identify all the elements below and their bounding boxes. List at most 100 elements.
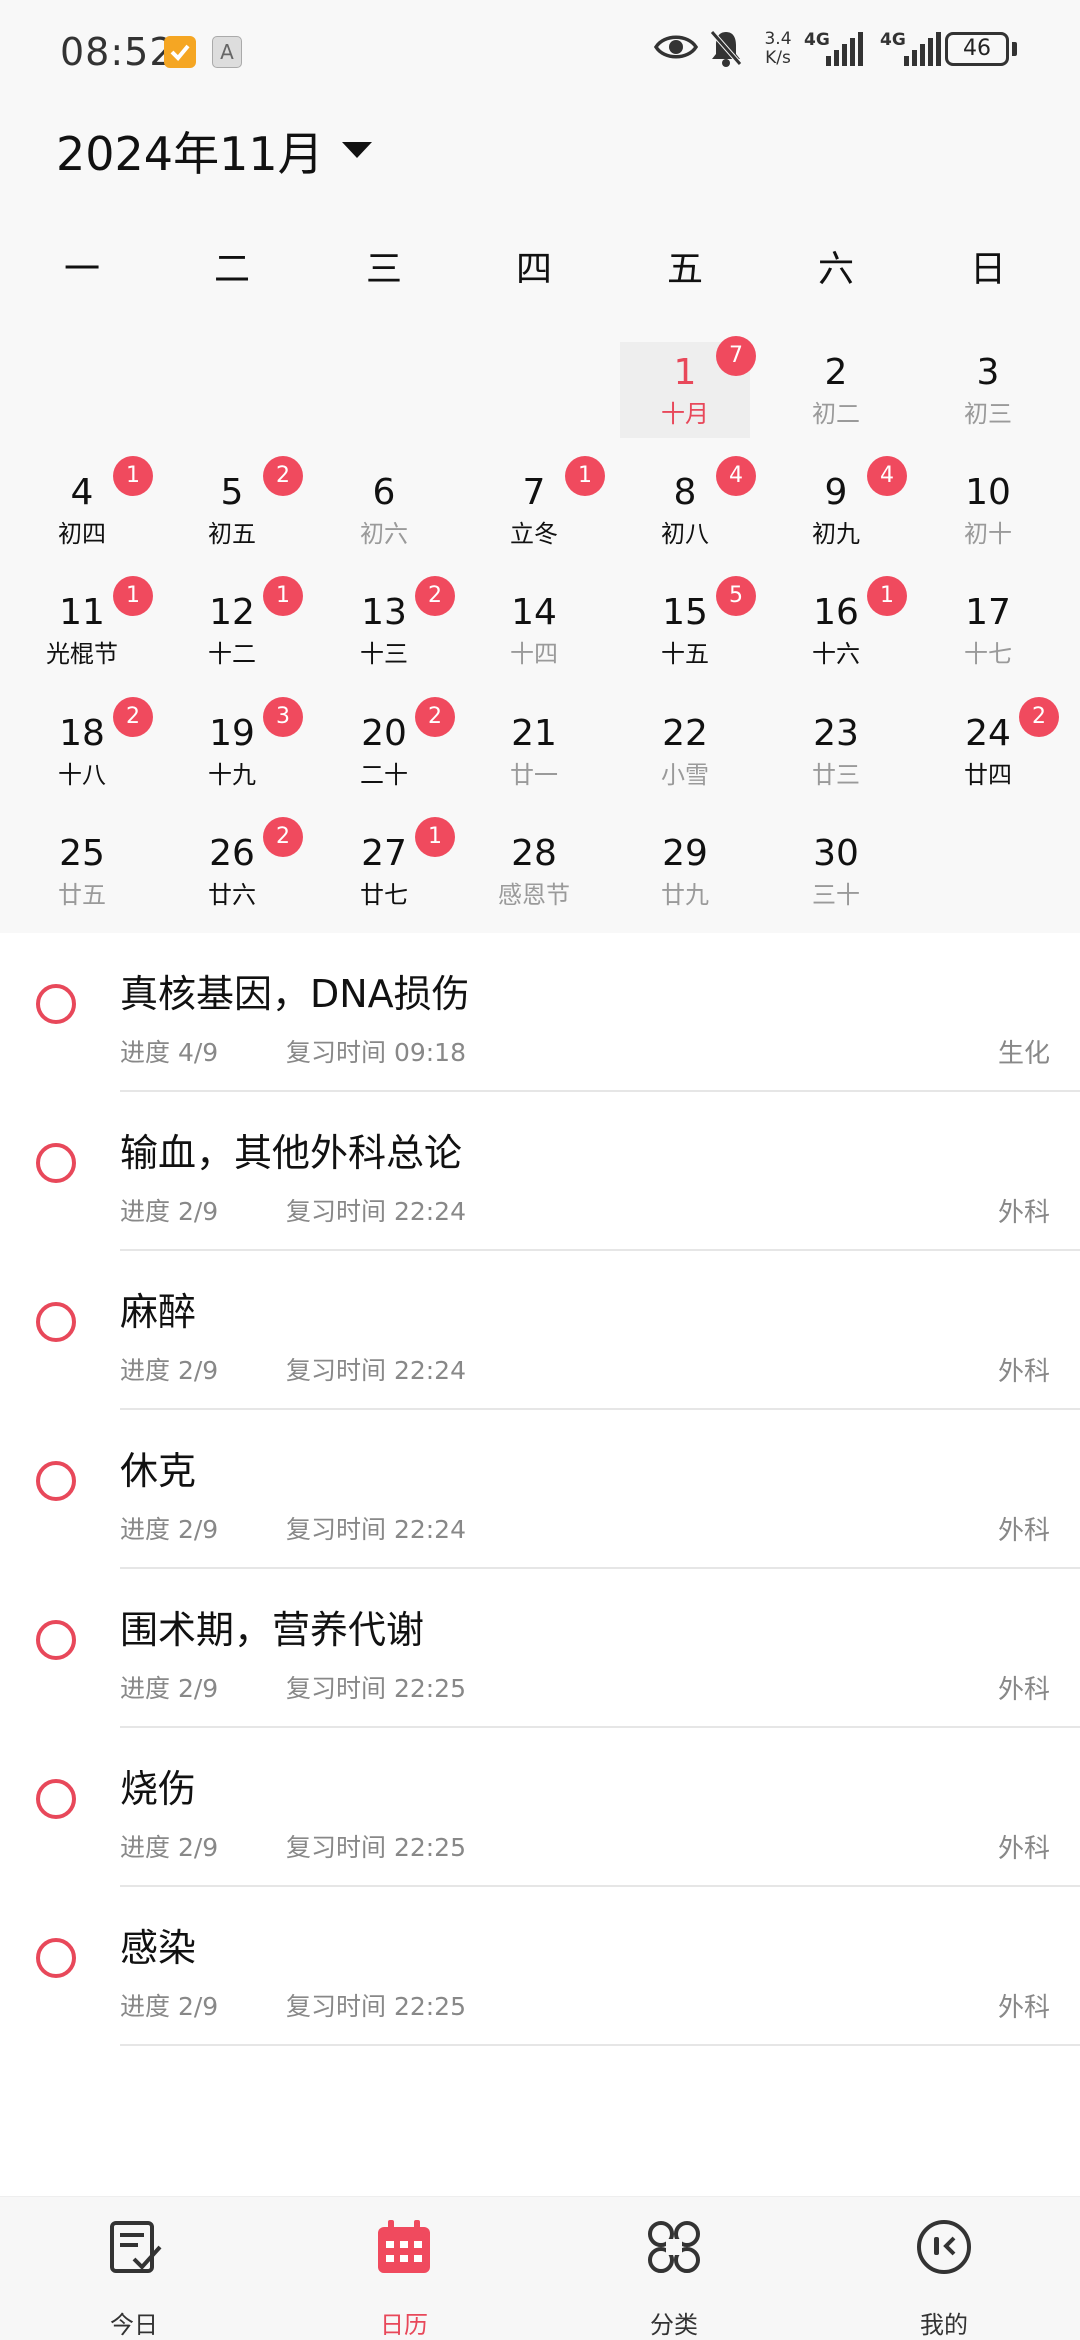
weekday-label: 日	[969, 249, 1006, 290]
task-progress: 进度 2/9	[120, 1833, 219, 1862]
calendar-day[interactable]: 2 初二	[771, 342, 901, 438]
task-item[interactable]: 真核基因，DNA损伤 进度 4/9 复习时间 09:18 生化	[0, 933, 1080, 1092]
complete-checkbox[interactable]	[36, 1779, 76, 1819]
calendar-day[interactable]: 19 十九 3	[167, 697, 303, 799]
calendar-day[interactable]: 23 廿三	[771, 703, 901, 799]
network-speed: 3.4 K/s	[758, 30, 798, 68]
calendar-day[interactable]: 17 十七	[923, 582, 1053, 678]
task-category: 外科	[997, 1357, 1050, 1387]
calendar-day[interactable]: 10 初十	[923, 462, 1053, 558]
weekday-label: 四	[515, 249, 552, 290]
calendar-day[interactable]: 25 廿五	[17, 823, 147, 919]
task-item[interactable]: 麻醉 进度 2/9 复习时间 22:24 外科	[0, 1251, 1080, 1410]
task-progress: 进度 2/9	[120, 1515, 219, 1544]
weekday-label: 一	[63, 249, 100, 290]
nav-item-calendar[interactable]: 日历	[304, 2197, 504, 2340]
task-review-time: 复习时间 22:24	[286, 1515, 466, 1544]
task-count-badge: 2	[415, 576, 455, 616]
task-progress: 进度 2/9	[120, 1992, 219, 2021]
day-number: 14	[511, 592, 557, 633]
task-progress: 进度 2/9	[120, 1356, 219, 1385]
speed-value: 3.4	[764, 29, 792, 49]
lunar-date: 二十	[360, 761, 408, 789]
lunar-date: 廿九	[661, 881, 709, 909]
task-title: 麻醉	[120, 1290, 197, 1334]
task-count-badge: 1	[263, 576, 303, 616]
month-title: 2024年11月	[56, 127, 324, 181]
task-category: 外科	[997, 1198, 1050, 1228]
task-count-badge: 1	[113, 576, 153, 616]
calendar-day[interactable]: 26 廿六 2	[167, 817, 303, 919]
nav-label: 今日	[110, 2311, 158, 2339]
nav-item-me[interactable]: 我的	[844, 2197, 1044, 2340]
calendar-day[interactable]: 13 十三 2	[319, 576, 455, 678]
calendar-day[interactable]: 11 光棍节 1	[17, 576, 153, 678]
calendar-day[interactable]: 4 初四 1	[17, 456, 153, 558]
task-item[interactable]: 烧伤 进度 2/9 复习时间 22:25 外科	[0, 1728, 1080, 1887]
calendar-day[interactable]: 12 十二 1	[167, 576, 303, 678]
calendar-day[interactable]: 18 十八 2	[17, 697, 153, 799]
complete-checkbox[interactable]	[36, 1461, 76, 1501]
calendar-day[interactable]: 1 十月 7	[620, 336, 756, 438]
weekday-label: 二	[213, 249, 250, 290]
nav-item-categories[interactable]: 分类	[574, 2197, 774, 2340]
task-item[interactable]: 感染 进度 2/9 复习时间 22:25 外科	[0, 1887, 1080, 2046]
task-item[interactable]: 输血，其他外科总论 进度 2/9 复习时间 22:24 外科	[0, 1092, 1080, 1251]
caret-down-icon	[341, 142, 372, 164]
task-category: 生化	[997, 1039, 1050, 1069]
command-icon	[644, 2217, 704, 2277]
status-time: 08:52	[60, 30, 175, 74]
complete-checkbox[interactable]	[36, 1620, 76, 1660]
nav-item-today[interactable]: 今日	[34, 2197, 234, 2340]
calendar-day[interactable]: 21 廿一	[469, 703, 599, 799]
weekday-header: 一二三四五六日	[0, 240, 1080, 300]
task-count-badge: 2	[263, 456, 303, 496]
task-count-badge: 4	[867, 456, 907, 496]
complete-checkbox[interactable]	[36, 1302, 76, 1342]
task-title: 感染	[120, 1926, 197, 1970]
calendar-day[interactable]: 29 廿九	[620, 823, 750, 919]
lunar-date: 廿一	[510, 761, 558, 789]
task-app-notification-icon	[164, 36, 196, 68]
task-title: 真核基因，DNA损伤	[120, 972, 470, 1016]
task-item[interactable]: 休克 进度 2/9 复习时间 22:24 外科	[0, 1410, 1080, 1569]
calendar-day[interactable]: 15 十五 5	[620, 576, 756, 678]
task-count-badge: 1	[113, 456, 153, 496]
month-selector[interactable]: 2024年11月	[56, 116, 372, 186]
task-title: 围术期，营养代谢	[120, 1608, 425, 1652]
lunar-date: 初六	[360, 520, 408, 548]
lunar-date: 初八	[661, 520, 709, 548]
complete-checkbox[interactable]	[36, 1143, 76, 1183]
calendar-day[interactable]: 7 立冬 1	[469, 456, 605, 558]
lunar-date: 初五	[208, 520, 256, 548]
complete-checkbox[interactable]	[36, 984, 76, 1024]
complete-checkbox[interactable]	[36, 1938, 76, 1978]
calendar-day[interactable]: 27 廿七 1	[319, 817, 455, 919]
lunar-date: 三十	[812, 881, 860, 909]
day-number: 21	[511, 713, 557, 754]
lunar-date: 初十	[964, 520, 1012, 548]
day-number: 22	[662, 713, 708, 754]
calendar-day[interactable]: 5 初五 2	[167, 456, 303, 558]
calendar-day[interactable]: 16 十六 1	[771, 576, 907, 678]
weekday-label: 五	[666, 249, 703, 290]
calendar-day[interactable]: 28 感恩节	[469, 823, 599, 919]
lunar-date: 感恩节	[498, 881, 570, 909]
calendar-day[interactable]: 22 小雪	[620, 703, 750, 799]
calendar-day[interactable]: 20 二十 2	[319, 697, 455, 799]
lunar-date: 廿四	[964, 761, 1012, 789]
calendar-day[interactable]: 8 初八 4	[620, 456, 756, 558]
calendar-day[interactable]: 30 三十	[771, 823, 901, 919]
task-list: 真核基因，DNA损伤 进度 4/9 复习时间 09:18 生化 输血，其他外科总论 进度 …	[0, 933, 1080, 2046]
calendar-day[interactable]: 24 廿四 2	[923, 697, 1059, 799]
task-title: 烧伤	[120, 1767, 197, 1811]
calendar-day[interactable]: 6 初六	[319, 462, 449, 558]
nav-label: 日历	[380, 2311, 428, 2339]
lunar-date: 初四	[58, 520, 106, 548]
status-bar: 08:52 A 3.4 K/s 4G 4G 46	[0, 0, 1080, 100]
calendar-day[interactable]: 3 初三	[923, 342, 1053, 438]
task-item[interactable]: 围术期，营养代谢 进度 2/9 复习时间 22:25 外科	[0, 1569, 1080, 1728]
calendar-day[interactable]: 14 十四	[469, 582, 599, 678]
calendar-day[interactable]: 9 初九 4	[771, 456, 907, 558]
speed-unit: K/s	[765, 48, 791, 68]
